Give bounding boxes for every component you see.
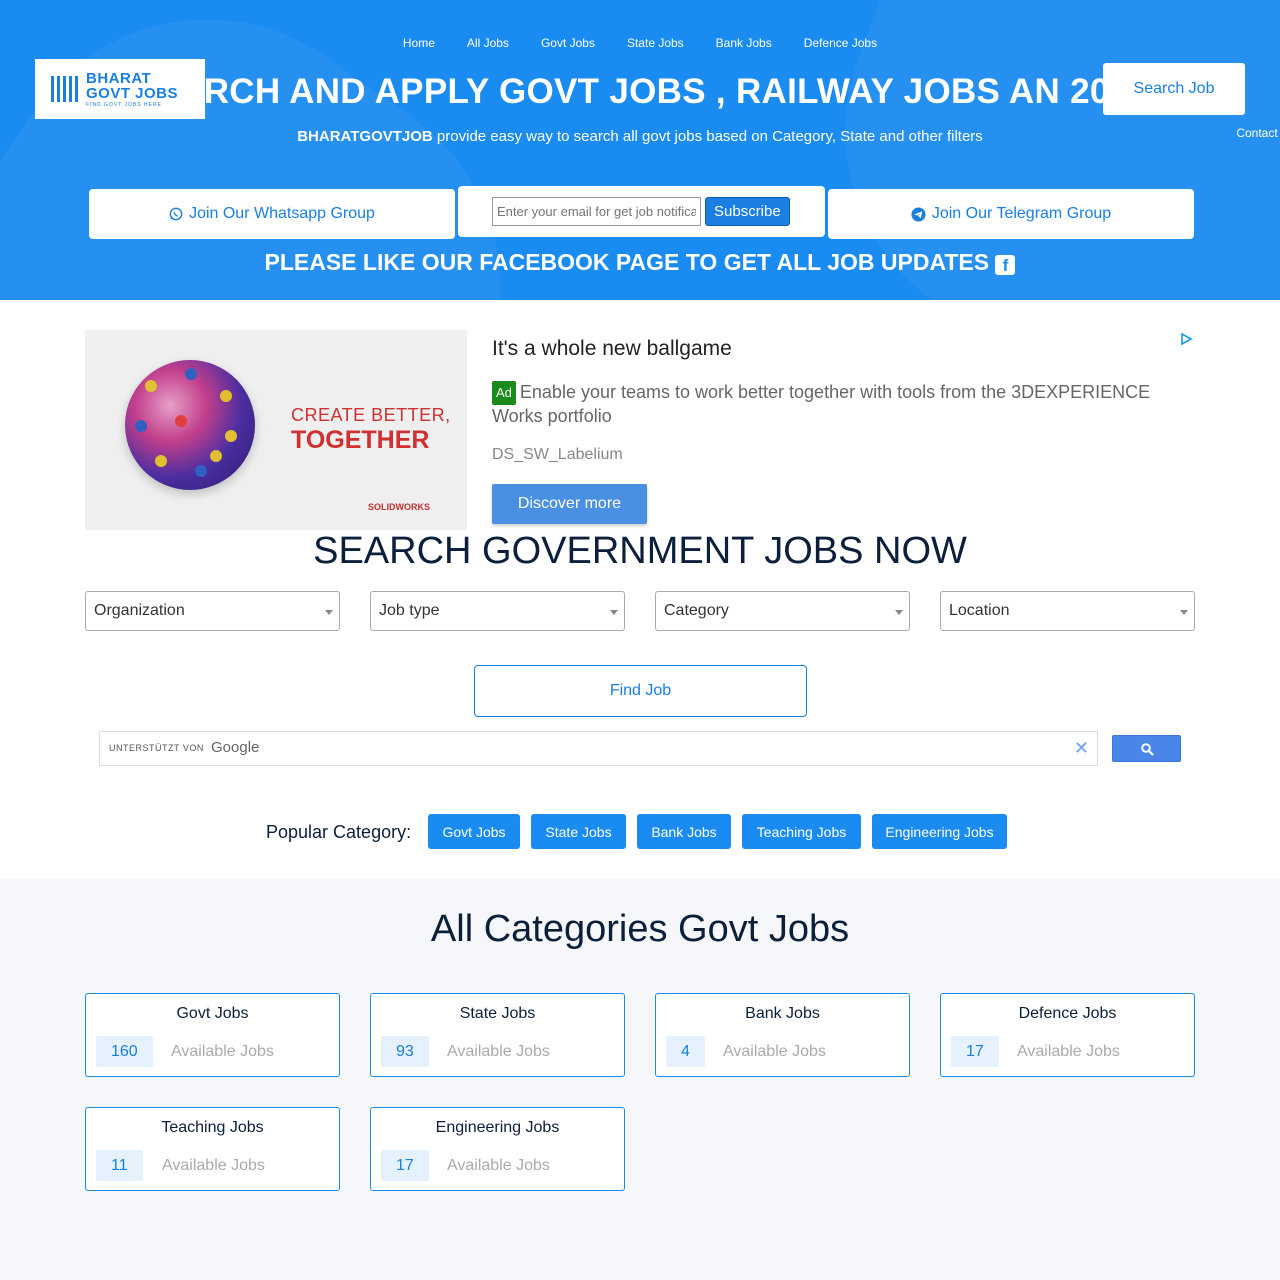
google-search-button[interactable] [1112, 735, 1181, 762]
category-count: 93 [381, 1036, 429, 1067]
available-jobs-label: Available Jobs [447, 1043, 550, 1060]
ad-image-line2: TOGETHER [291, 426, 430, 454]
logo-tagline: FIND GOVT JOBS HERE [86, 101, 162, 108]
search-job-button[interactable]: Search Job [1103, 63, 1245, 115]
category-name: Bank Jobs [745, 1005, 820, 1022]
category-name: State Jobs [459, 1005, 536, 1022]
ad-image-brand: SOLIDWORKS [368, 502, 430, 512]
whatsapp-label: Join Our Whatsapp Group [189, 205, 375, 222]
category-name: Teaching Jobs [161, 1119, 264, 1136]
google-wordmark: Google [211, 739, 260, 756]
popular-govt-jobs[interactable]: Govt Jobs [428, 814, 520, 849]
ad-image[interactable]: CREATE BETTER, TOGETHER SOLIDWORKS [85, 330, 467, 530]
available-jobs-label: Available Jobs [171, 1043, 274, 1060]
top-navigation: Home All Jobs Govt Jobs State Jobs Bank … [0, 36, 1280, 50]
facebook-icon: f [995, 255, 1016, 275]
nav-all-jobs[interactable]: All Jobs [451, 36, 525, 50]
whatsapp-group-button[interactable]: Join Our Whatsapp Group [89, 189, 455, 239]
search-icon [1141, 743, 1154, 756]
category-count: 160 [96, 1036, 153, 1067]
find-job-button[interactable]: Find Job [474, 665, 807, 717]
category-card-teaching[interactable]: Teaching Jobs 11 Available Jobs [85, 1107, 340, 1191]
ad-description: Ad Enable your teams to work better toget… [492, 381, 1162, 427]
category-count: 4 [666, 1036, 705, 1067]
job-type-select[interactable]: Job type [370, 591, 625, 631]
telegram-label: Join Our Telegram Group [931, 205, 1112, 222]
category-card-engineering[interactable]: Engineering Jobs 17 Available Jobs [370, 1107, 625, 1191]
clear-icon[interactable]: ✕ [1074, 738, 1089, 759]
nav-defence-jobs[interactable]: Defence Jobs [788, 36, 893, 50]
subscribe-button[interactable]: Subscribe [705, 197, 790, 226]
telegram-group-button[interactable]: Join Our Telegram Group [828, 189, 1194, 239]
email-input[interactable] [492, 197, 701, 226]
hero-banner: Home All Jobs Govt Jobs State Jobs Bank … [0, 0, 1280, 300]
logo-line1: BHARAT [86, 69, 152, 87]
nav-home[interactable]: Home [387, 36, 451, 50]
nav-state-jobs[interactable]: State Jobs [611, 36, 700, 50]
chevron-down-icon [325, 610, 333, 615]
facebook-text: PLEASE LIKE OUR FACEBOOK PAGE TO GET ALL… [264, 249, 990, 275]
category-card-bank[interactable]: Bank Jobs 4 Available Jobs [655, 993, 910, 1077]
category-name: Engineering Jobs [435, 1119, 560, 1136]
category-count: 17 [381, 1150, 429, 1181]
ad-discover-button[interactable]: Discover more [492, 484, 647, 524]
ad-description-text: Enable your teams to work better togethe… [492, 382, 1151, 426]
facebook-banner[interactable]: PLEASE LIKE OUR FACEBOOK PAGE TO GET ALL… [0, 249, 1280, 276]
popular-category-label: Popular Category: [266, 822, 412, 842]
subscribe-form: Subscribe [458, 186, 825, 237]
ad-badge: Ad [492, 381, 516, 405]
category-card-govt[interactable]: Govt Jobs 160 Available Jobs [85, 993, 340, 1077]
categories-title: All Categories Govt Jobs [430, 908, 850, 950]
google-search-input[interactable]: UNTERSTÜTZT VON Google ✕ [99, 731, 1098, 766]
location-select[interactable]: Location [940, 591, 1195, 631]
category-name: Govt Jobs [176, 1005, 249, 1022]
ad-headline[interactable]: It's a whole new ballgame [492, 337, 732, 361]
available-jobs-label: Available Jobs [1017, 1043, 1120, 1060]
category-name: Defence Jobs [1018, 1005, 1117, 1022]
category-card-defence[interactable]: Defence Jobs 17 Available Jobs [940, 993, 1195, 1077]
organization-select[interactable]: Organization [85, 591, 340, 631]
search-title: SEARCH GOVERNMENT JOBS NOW [313, 530, 967, 572]
brand-name: BHARATGOVTJOB [297, 128, 433, 145]
nav-bank-jobs[interactable]: Bank Jobs [700, 36, 788, 50]
category-card-state[interactable]: State Jobs 93 Available Jobs [370, 993, 625, 1077]
telegram-icon [911, 206, 926, 222]
ad-advertiser: DS_SW_Labelium [492, 446, 623, 463]
site-logo[interactable]: BHARAT GOVT JOBS FIND GOVT JOBS HERE [35, 59, 205, 119]
columns-icon [51, 76, 78, 102]
nav-contact[interactable]: Contact [617, 126, 1280, 140]
available-jobs-label: Available Jobs [447, 1157, 550, 1174]
ad-image-line1: CREATE BETTER, [291, 405, 451, 425]
logo-line2: GOVT JOBS [86, 84, 179, 102]
popular-engineering-jobs[interactable]: Engineering Jobs [872, 814, 1007, 849]
category-select[interactable]: Category [655, 591, 910, 631]
available-jobs-label: Available Jobs [162, 1157, 265, 1174]
category-count: 17 [951, 1036, 999, 1067]
popular-bank-jobs[interactable]: Bank Jobs [637, 814, 731, 849]
ad-sphere-graphic [125, 360, 255, 490]
adchoices-icon[interactable] [1179, 332, 1193, 346]
category-count: 11 [96, 1150, 143, 1181]
chevron-down-icon [895, 610, 903, 615]
available-jobs-label: Available Jobs [723, 1043, 826, 1060]
popular-state-jobs[interactable]: State Jobs [531, 814, 626, 849]
whatsapp-icon [169, 207, 183, 221]
chevron-down-icon [610, 610, 618, 615]
google-powered-label: UNTERSTÜTZT VON [109, 743, 204, 753]
popular-teaching-jobs[interactable]: Teaching Jobs [742, 814, 861, 849]
nav-govt-jobs[interactable]: Govt Jobs [525, 36, 611, 50]
chevron-down-icon [1180, 610, 1188, 615]
